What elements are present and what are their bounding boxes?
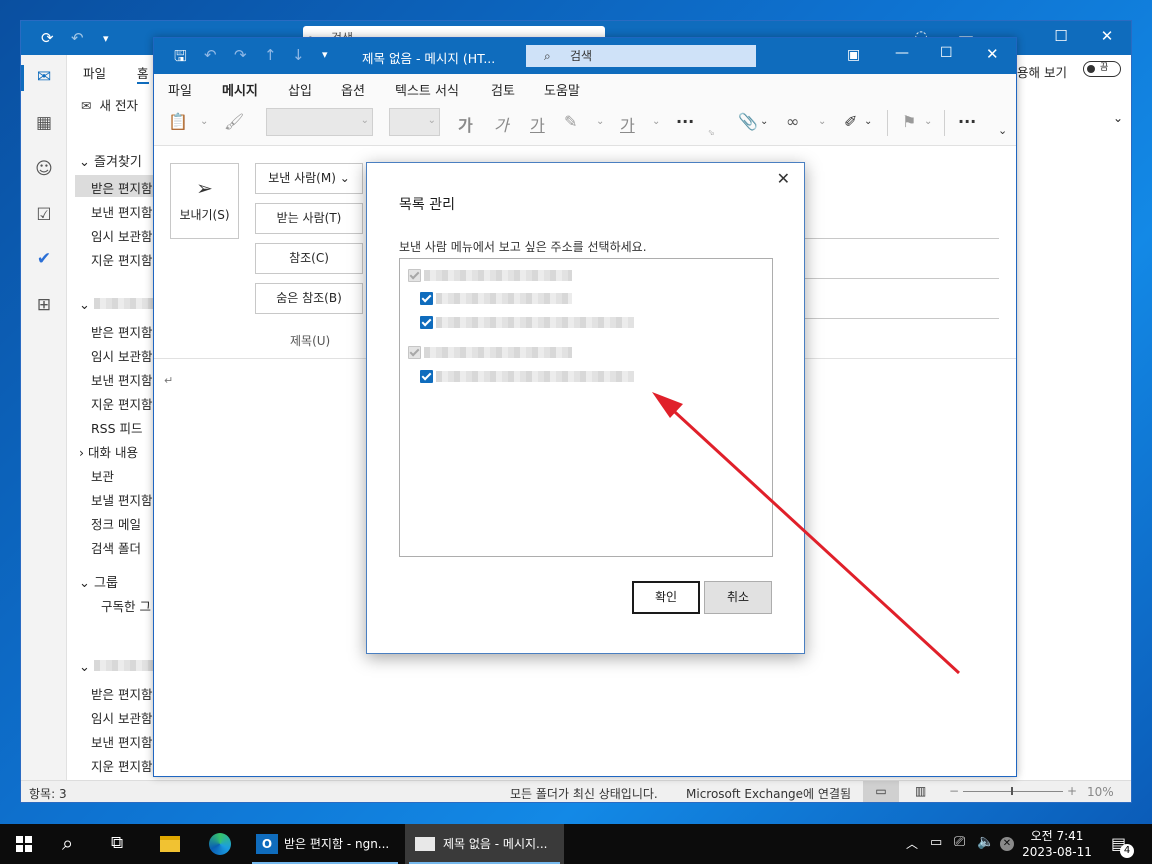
start-button[interactable] [0,824,48,864]
notification-center-button[interactable]: ▤ 4 [1108,832,1136,860]
task-view-icon: ⧉ [111,833,124,853]
taskbar: ⌕ ⧉ O 받은 편지함 - ngn... 제목 없음 - 메시지... ︿ ▭… [0,824,1152,864]
taskbar-compose-label: 제목 없음 - 메시지... [443,837,548,851]
edge-icon [209,833,231,855]
chevron-up-icon[interactable]: ︿ [906,835,918,852]
message-icon [415,837,435,851]
taskbar-outlook-inbox[interactable]: O 받은 편지함 - ngn... [248,824,402,864]
battery-icon[interactable]: ▭ [930,835,942,850]
task-view-button[interactable]: ⧉ [96,824,144,864]
clock-time[interactable]: 오전 7:41 [1022,827,1092,844]
taskbar-outlook-inbox-label: 받은 편지함 - ngn... [284,837,390,851]
search-icon: ⌕ [62,831,74,855]
clock-date[interactable]: 2023-08-11 [1022,845,1092,859]
notification-badge: 4 [1120,844,1134,858]
folder-icon [160,836,180,852]
close-circle-icon[interactable]: ✕ [1000,837,1014,851]
annotation-arrow-shaft [662,400,961,675]
annotation-arrow [652,392,961,675]
edge-button[interactable] [196,824,244,864]
taskbar-outlook-compose[interactable]: 제목 없음 - 메시지... [405,824,564,864]
taskbar-search-button[interactable]: ⌕ [48,824,96,864]
network-icon[interactable]: ⎚ [954,834,965,850]
volume-icon[interactable]: 🔈 [977,834,994,850]
outlook-icon: O [256,834,278,854]
windows-logo-icon [16,836,32,852]
file-explorer-button[interactable] [146,824,194,864]
